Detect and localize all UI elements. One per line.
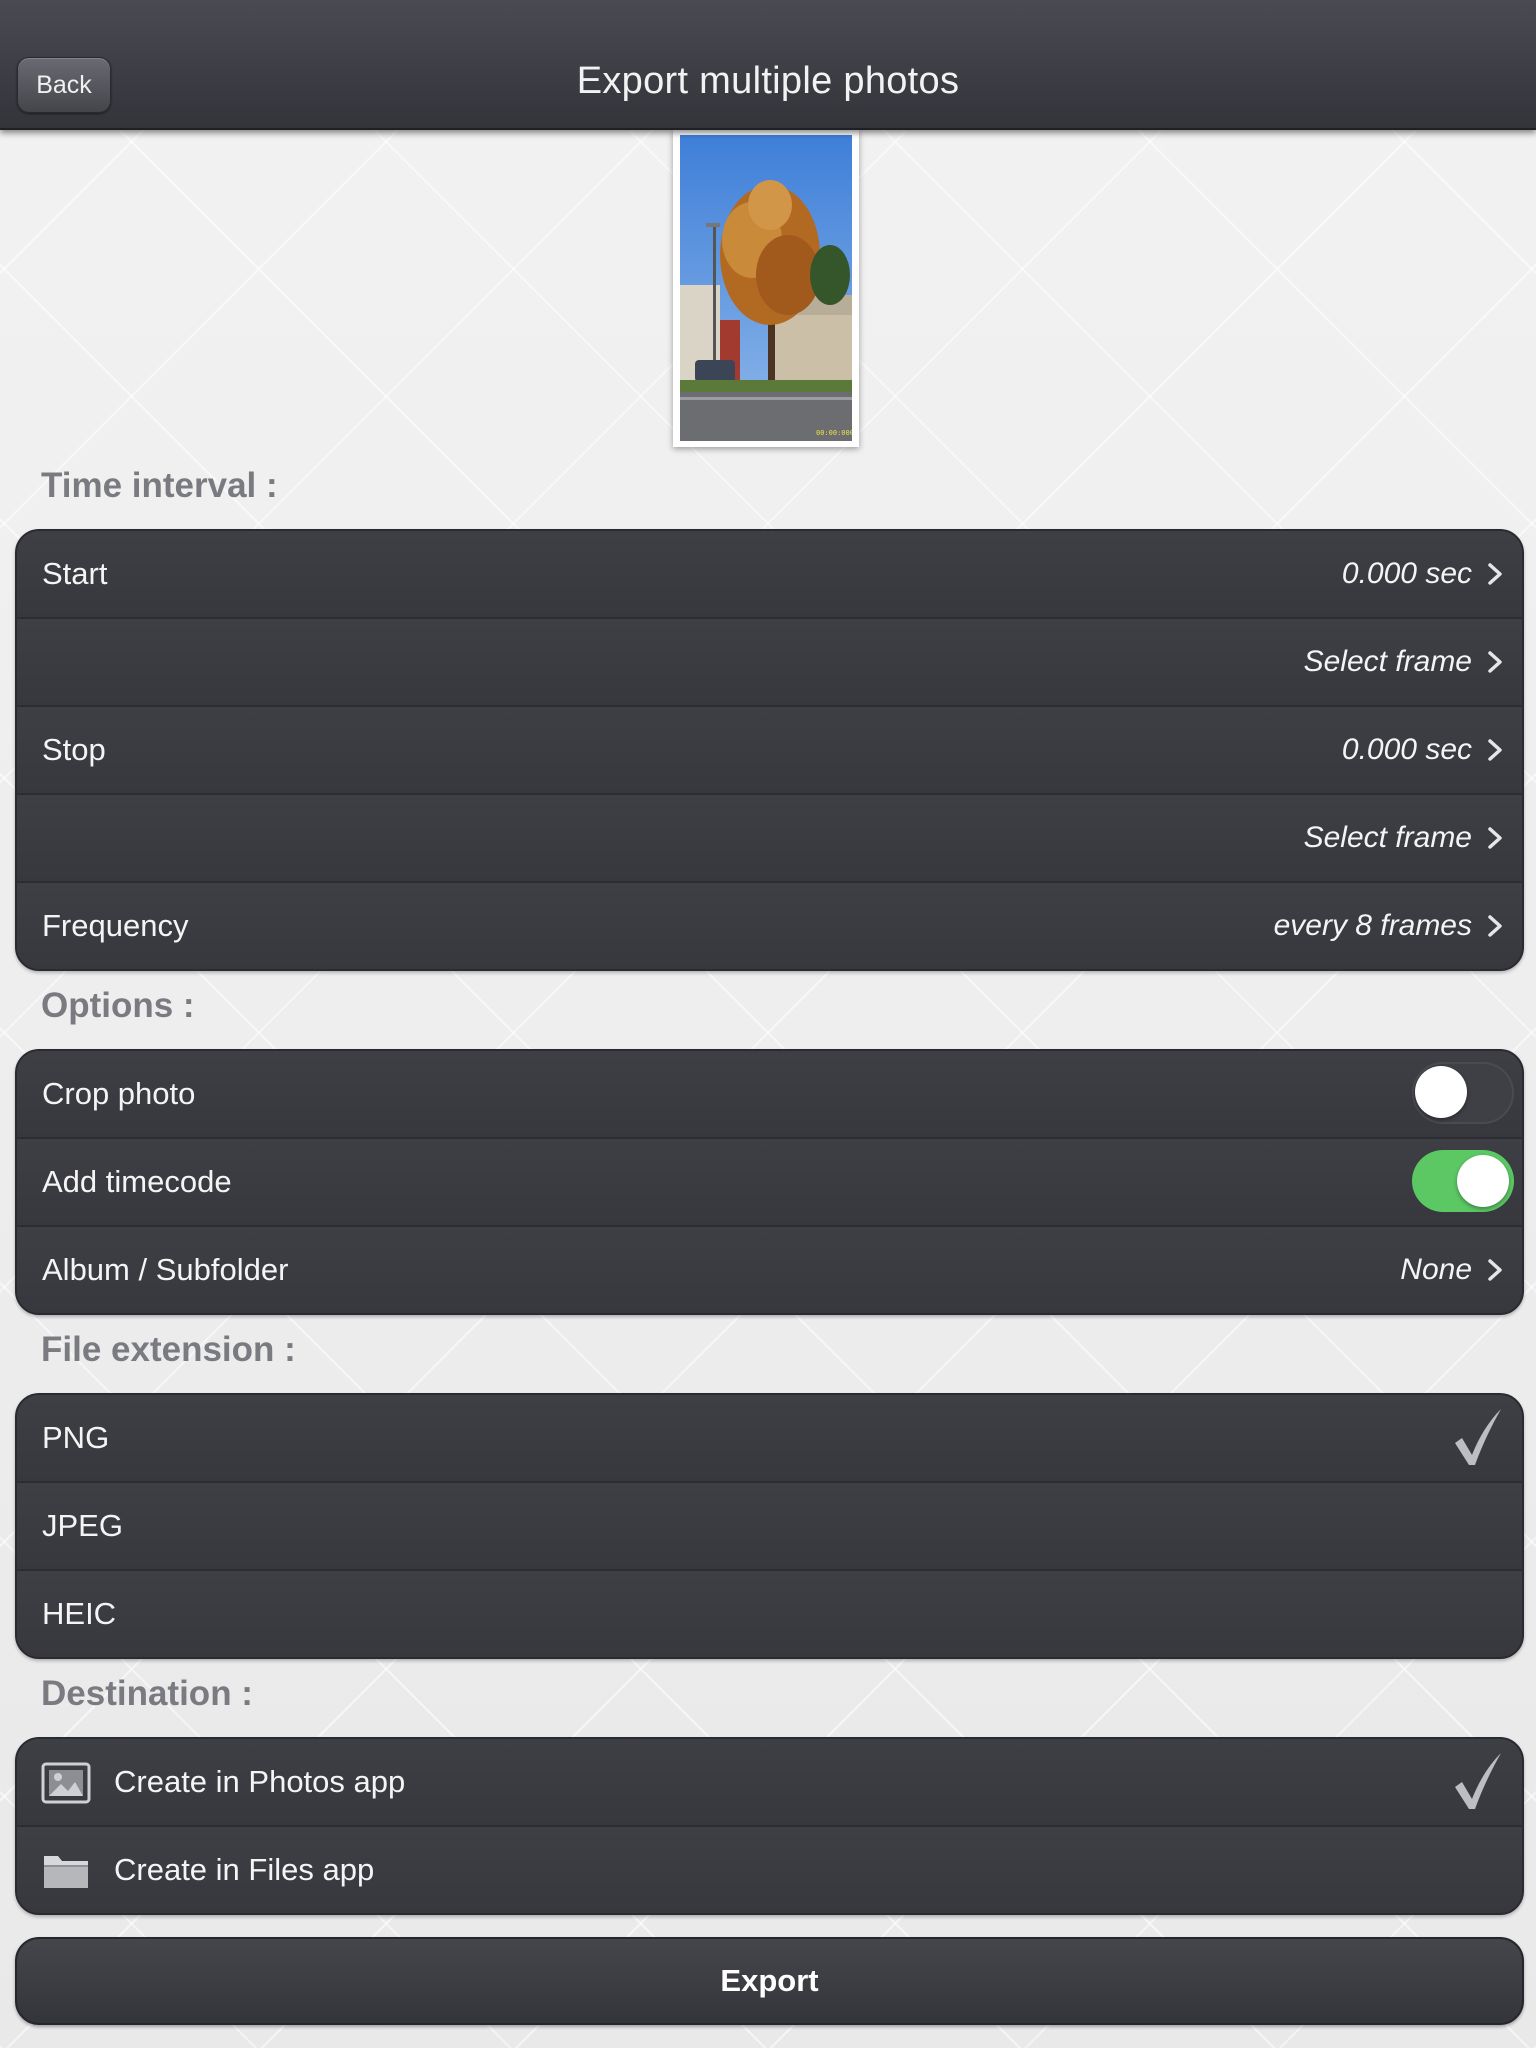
section-header-options: Options : [41,986,195,1025]
start-value: 0.000 sec [1341,557,1472,590]
chevron-right-icon [1488,915,1502,937]
destination-group: Create in Photos app Create in Files app [15,1737,1524,1915]
create-in-files-label: Create in Files app [114,1852,375,1887]
options-group: Crop photo Add timecode Album / Subfolde… [15,1049,1524,1315]
album-subfolder-label: Album / Subfolder [42,1252,289,1287]
start-select-frame: Select frame [1303,645,1472,678]
crop-photo-toggle[interactable] [1412,1062,1514,1124]
time-interval-group: Start 0.000 sec Select frame Stop 0.000 … [15,529,1524,971]
add-timecode-toggle[interactable] [1412,1150,1514,1212]
file-extension-png-row[interactable]: PNG [17,1395,1522,1483]
file-extension-group: PNG JPEG HEIC [15,1393,1524,1659]
section-header-file-extension: File extension : [41,1330,296,1369]
checkmark-icon [1455,1753,1501,1809]
album-subfolder-value: None [1400,1253,1472,1286]
navigation-bar: Back Export multiple photos [0,0,1536,130]
photos-icon [41,1762,91,1804]
destination-photos-row[interactable]: Create in Photos app [17,1739,1522,1827]
crop-photo-label: Crop photo [42,1076,196,1111]
toggle-knob [1457,1155,1509,1207]
svg-text:00:00:000: 00:00:000 [816,429,852,437]
video-thumbnail: 00:00:000 [673,129,859,447]
frequency-label: Frequency [42,908,189,943]
heic-label: HEIC [42,1596,117,1631]
chevron-right-icon [1488,827,1502,849]
section-header-time-interval: Time interval : [41,466,278,505]
page-title: Export multiple photos [576,60,960,102]
stop-row[interactable]: Stop 0.000 sec [17,707,1522,795]
file-extension-jpeg-row[interactable]: JPEG [17,1483,1522,1571]
chevron-right-icon [1488,563,1502,585]
checkmark-icon [1455,1409,1501,1465]
frequency-row[interactable]: Frequency every 8 frames [17,883,1522,969]
section-header-destination: Destination : [41,1674,253,1713]
crop-photo-row: Crop photo [17,1051,1522,1139]
album-subfolder-row[interactable]: Album / Subfolder None [17,1227,1522,1313]
start-label: Start [42,556,108,591]
png-label: PNG [42,1420,110,1455]
stop-label: Stop [42,732,106,767]
export-button[interactable]: Export [15,1937,1524,2025]
chevron-right-icon [1488,651,1502,673]
file-extension-heic-row[interactable]: HEIC [17,1571,1522,1657]
folder-icon [44,1856,88,1888]
add-timecode-row: Add timecode [17,1139,1522,1227]
frequency-value: every 8 frames [1273,909,1472,942]
tree-photo-image: 00:00:000 [680,135,852,441]
toggle-knob [1415,1066,1467,1118]
stop-select-frame: Select frame [1303,821,1472,854]
create-in-photos-label: Create in Photos app [114,1764,406,1799]
add-timecode-label: Add timecode [42,1164,232,1199]
stop-value: 0.000 sec [1341,733,1472,766]
chevron-right-icon [1488,739,1502,761]
jpeg-label: JPEG [42,1508,123,1543]
destination-files-row[interactable]: Create in Files app [17,1827,1522,1913]
start-row[interactable]: Start 0.000 sec [17,531,1522,619]
stop-select-frame-row[interactable]: Select frame [17,795,1522,883]
chevron-right-icon [1488,1259,1502,1281]
start-select-frame-row[interactable]: Select frame [17,619,1522,707]
